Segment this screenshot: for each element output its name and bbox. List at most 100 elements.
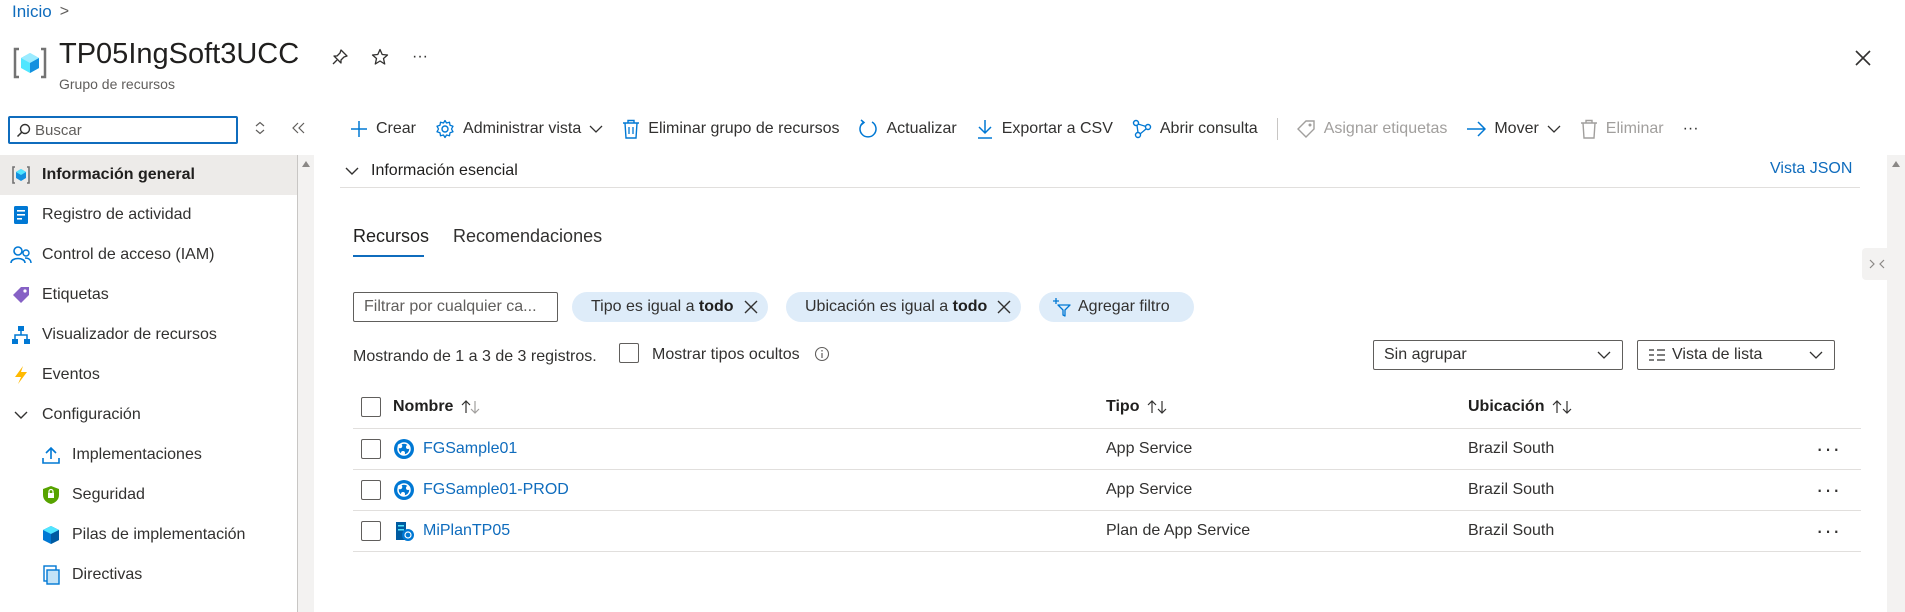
sidebar-item-security[interactable]: Seguridad bbox=[0, 475, 298, 515]
sidebar-scrollbar[interactable] bbox=[298, 155, 314, 612]
breadcrumb-home-link[interactable]: Inicio bbox=[12, 2, 52, 22]
pin-icon[interactable] bbox=[327, 44, 353, 70]
show-hidden-checkbox[interactable] bbox=[619, 343, 639, 363]
sidebar-item-label: Etiquetas bbox=[42, 286, 109, 303]
sidebar-search-box[interactable] bbox=[8, 116, 238, 144]
delete-label: Eliminar bbox=[1605, 120, 1664, 137]
open-query-label: Abrir consulta bbox=[1159, 120, 1258, 137]
column-header-name[interactable]: Nombre bbox=[393, 386, 481, 428]
sidebar-item-tags[interactable]: Etiquetas bbox=[0, 275, 298, 315]
sidebar-item-iam[interactable]: Control de acceso (IAM) bbox=[0, 235, 298, 275]
json-view-link[interactable]: Vista JSON bbox=[1770, 160, 1852, 178]
sidebar-group-configuration[interactable]: Configuración bbox=[0, 395, 298, 435]
row-more-button[interactable]: ··· bbox=[1816, 470, 1841, 510]
tab-recommendations[interactable]: Recomendaciones bbox=[453, 226, 602, 247]
location-filter-text: Ubicación es igual a todo bbox=[805, 298, 988, 315]
close-icon[interactable] bbox=[997, 300, 1011, 314]
main-scrollbar[interactable] bbox=[1887, 155, 1905, 612]
collapse-sidebar-icon[interactable] bbox=[290, 120, 306, 136]
lightning-icon bbox=[10, 364, 32, 386]
table-row[interactable]: MiPlanTP05 Plan de App Service Brazil So… bbox=[353, 511, 1861, 552]
name-cell: FGSample01 bbox=[393, 429, 517, 469]
close-icon[interactable] bbox=[1849, 44, 1877, 72]
type-filter-text: Tipo es igual a todo bbox=[591, 298, 734, 315]
sidebar-item-activity-log[interactable]: Registro de actividad bbox=[0, 195, 298, 235]
sidebar-item-label: Control de acceso (IAM) bbox=[42, 246, 215, 263]
chevron-down-icon bbox=[1809, 351, 1823, 359]
select-all-checkbox[interactable] bbox=[361, 397, 381, 417]
up-down-icon[interactable] bbox=[252, 120, 268, 136]
add-filter-icon bbox=[1053, 298, 1071, 317]
tab-resources[interactable]: Recursos bbox=[353, 226, 429, 247]
row-checkbox-cell bbox=[361, 429, 381, 469]
table-row[interactable]: FGSample01-PROD App Service Brazil South… bbox=[353, 470, 1861, 511]
refresh-icon bbox=[859, 119, 878, 138]
delete-resource-group-button[interactable]: Eliminar grupo de recursos bbox=[622, 119, 839, 139]
sidebar-item-policies[interactable]: Directivas bbox=[0, 555, 298, 595]
shield-icon bbox=[40, 484, 62, 506]
sidebar-item-deployments[interactable]: Implementaciones bbox=[0, 435, 298, 475]
assign-tags-button[interactable]: Asignar etiquetas bbox=[1296, 119, 1448, 139]
column-header-location[interactable]: Ubicación bbox=[1468, 386, 1574, 428]
add-filter-label: Agregar filtro bbox=[1078, 298, 1170, 315]
open-query-button[interactable]: Abrir consulta bbox=[1132, 119, 1258, 139]
table-header-row: Nombre Tipo Ubicación bbox=[353, 386, 1861, 429]
row-checkbox[interactable] bbox=[361, 480, 381, 500]
star-icon[interactable] bbox=[367, 44, 393, 70]
sidebar-item-events[interactable]: Eventos bbox=[0, 355, 298, 395]
column-header-name-label: Nombre bbox=[393, 398, 454, 415]
refresh-button[interactable]: Actualizar bbox=[858, 119, 957, 139]
side-panel-handle[interactable] bbox=[1862, 248, 1892, 280]
row-checkbox[interactable] bbox=[361, 521, 381, 541]
location-filter-pill[interactable]: Ubicación es igual a todo bbox=[786, 292, 1022, 322]
tag-icon bbox=[10, 284, 32, 306]
move-label: Mover bbox=[1494, 120, 1539, 137]
manage-view-label: Administrar vista bbox=[463, 120, 582, 137]
toolbar-more-button[interactable]: ··· bbox=[1683, 120, 1699, 138]
add-filter-button[interactable]: Agregar filtro bbox=[1039, 292, 1194, 322]
essentials-label: Información esencial bbox=[371, 162, 518, 179]
info-icon[interactable] bbox=[814, 346, 830, 362]
row-more-button[interactable]: ··· bbox=[1816, 429, 1841, 469]
breadcrumb-separator: > bbox=[59, 3, 70, 20]
resources-table: Nombre Tipo Ubicación FGSample01 App Ser… bbox=[353, 386, 1861, 552]
resource-link[interactable]: FGSample01-PROD bbox=[423, 481, 569, 499]
sidebar-item-deployment-stacks[interactable]: Pilas de implementación bbox=[0, 515, 298, 555]
resource-link[interactable]: MiPlanTP05 bbox=[423, 522, 510, 540]
sidebar-nav: Información general Registro de activida… bbox=[0, 155, 298, 595]
sidebar-item-label: Registro de actividad bbox=[42, 206, 192, 223]
essentials-toggle[interactable]: Información esencial bbox=[340, 155, 1860, 188]
sidebar-item-overview[interactable]: Información general bbox=[0, 155, 298, 195]
select-all-checkbox-cell bbox=[361, 386, 381, 428]
more-options-button[interactable]: ··· bbox=[407, 44, 433, 70]
table-row[interactable]: FGSample01 App Service Brazil South ··· bbox=[353, 429, 1861, 470]
create-label: Crear bbox=[376, 120, 417, 137]
column-header-type[interactable]: Tipo bbox=[1106, 386, 1169, 428]
close-icon[interactable] bbox=[744, 300, 758, 314]
resource-link[interactable]: FGSample01 bbox=[423, 440, 517, 458]
trash-icon bbox=[623, 119, 640, 139]
row-more-button[interactable]: ··· bbox=[1816, 511, 1841, 551]
row-checkbox[interactable] bbox=[361, 439, 381, 459]
filter-input[interactable] bbox=[353, 292, 558, 322]
view-mode-dropdown[interactable]: Vista de lista bbox=[1637, 340, 1835, 370]
sidebar-item-resource-visualizer[interactable]: Visualizador de recursos bbox=[0, 315, 298, 355]
create-button[interactable]: Crear bbox=[350, 120, 416, 138]
export-csv-button[interactable]: Exportar a CSV bbox=[976, 119, 1113, 139]
sidebar-search-input[interactable] bbox=[35, 121, 225, 139]
manage-view-button[interactable]: Administrar vista bbox=[435, 119, 603, 139]
search-icon bbox=[16, 123, 31, 137]
type-filter-pill[interactable]: Tipo es igual a todo bbox=[572, 292, 768, 322]
location-cell: Brazil South bbox=[1468, 481, 1555, 498]
name-cell: FGSample01-PROD bbox=[393, 470, 569, 510]
move-button[interactable]: Mover bbox=[1466, 120, 1561, 138]
delete-button[interactable]: Eliminar bbox=[1580, 119, 1664, 139]
plus-icon bbox=[351, 121, 367, 137]
row-checkbox-cell bbox=[361, 511, 381, 551]
query-icon bbox=[1132, 119, 1152, 139]
assign-tags-label: Asignar etiquetas bbox=[1323, 120, 1448, 137]
collapse-arrows-icon bbox=[1869, 259, 1885, 269]
activity-log-icon bbox=[10, 204, 32, 226]
grouping-value: Sin agrupar bbox=[1384, 346, 1467, 363]
grouping-dropdown[interactable]: Sin agrupar bbox=[1373, 340, 1623, 370]
